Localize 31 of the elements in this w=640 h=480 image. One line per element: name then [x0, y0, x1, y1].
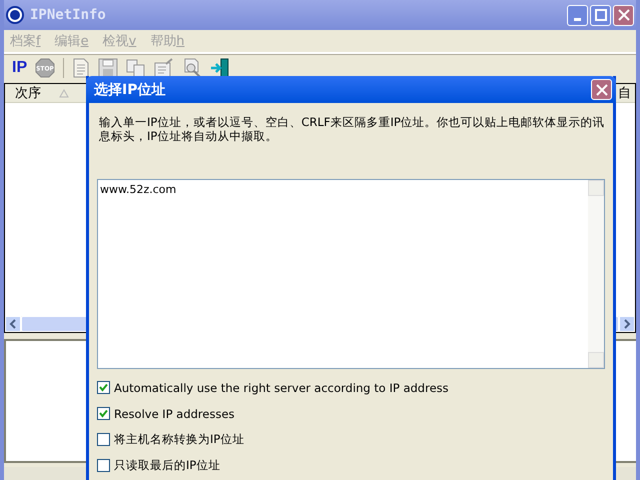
close-icon	[618, 9, 630, 21]
chevron-right-icon	[623, 319, 631, 329]
column-header[interactable]: 次序	[5, 84, 95, 102]
minimize-button[interactable]	[567, 4, 588, 26]
scroll-left-button[interactable]	[5, 316, 21, 332]
checkbox[interactable]	[97, 407, 110, 420]
vertical-scrollbar[interactable]	[588, 180, 604, 368]
close-button[interactable]	[613, 4, 634, 26]
chevron-left-icon	[9, 319, 17, 329]
option-label[interactable]: 将主机名称转换为IP位址	[114, 432, 244, 447]
close-icon	[596, 84, 608, 96]
ip-address-input[interactable]: www.52z.com	[97, 179, 605, 369]
scroll-right-button[interactable]	[619, 316, 635, 332]
instructions-text: 输入单一IP位址，或者以逗号、空白、CRLF来区隔多重IP位址。你也可以贴上电邮软体显示的讯息标头，IP位址将自动从中撷取。	[99, 115, 605, 145]
ip-button[interactable]: IP	[12, 59, 28, 77]
exit-door-icon[interactable]	[210, 58, 230, 78]
option-label[interactable]: 只读取最后的IP位址	[114, 458, 220, 473]
option-label[interactable]: Resolve IP addresses	[114, 406, 235, 420]
checkbox[interactable]	[97, 459, 110, 472]
input-value: www.52z.com	[99, 182, 178, 198]
dialog-title: 选择IP位址	[94, 80, 166, 98]
maximize-button[interactable]	[590, 4, 611, 26]
minimize-icon	[574, 18, 581, 20]
app-logo-icon	[6, 6, 24, 24]
window-title: IPNetInfo	[30, 7, 106, 23]
maximize-icon	[594, 9, 606, 21]
option-label[interactable]: Automatically use the right server according to IP address	[114, 380, 449, 394]
checkbox[interactable]	[97, 381, 110, 394]
checkbox[interactable]	[97, 433, 110, 446]
document-icon[interactable]	[72, 58, 90, 78]
close-button[interactable]	[591, 79, 612, 100]
